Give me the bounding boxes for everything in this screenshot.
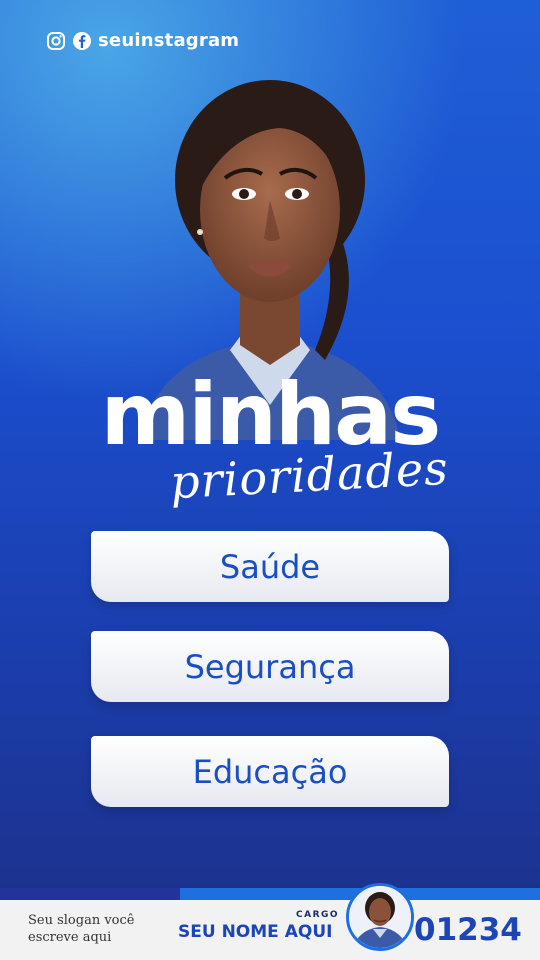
avatar [346, 883, 414, 951]
title-main: minhas [100, 365, 442, 465]
social-header: seuinstagram [46, 30, 239, 51]
priority-label: Saúde [219, 547, 321, 586]
footer-band-dark [0, 888, 180, 900]
slogan-text: Seu slogan você escreve aqui [28, 913, 135, 945]
priority-label: Educação [192, 752, 348, 791]
priority-label: Segurança [184, 647, 356, 686]
facebook-icon [73, 31, 91, 50]
candidate-name: SEU NOME AQUI [178, 922, 333, 942]
priority-card-seguranca[interactable]: Segurança [91, 631, 449, 702]
avatar-portrait [349, 886, 411, 948]
instagram-handle[interactable]: seuinstagram [98, 30, 239, 51]
candidate-number: 01234 [414, 912, 522, 948]
cargo-label: CARGO [296, 910, 340, 920]
priority-card-saude[interactable]: Saúde [91, 531, 449, 602]
campaign-poster: seuinstagram minhas prioridades Saúde Se… [0, 0, 540, 960]
instagram-icon [47, 31, 65, 50]
priority-card-educacao[interactable]: Educação [91, 736, 449, 807]
footer: Seu slogan você escreve aqui CARGO SEU N… [0, 883, 540, 960]
